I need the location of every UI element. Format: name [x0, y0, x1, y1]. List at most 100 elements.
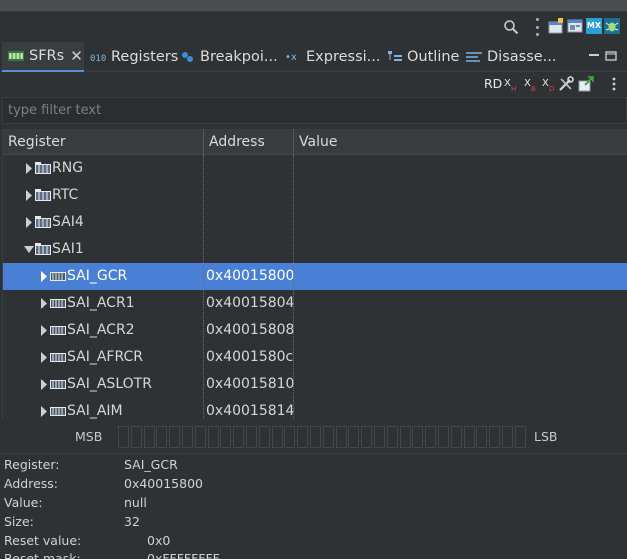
minimize-icon[interactable]: [588, 50, 600, 60]
outline-icon: [388, 51, 402, 63]
peripheral-icon: [35, 189, 51, 202]
bit-cell[interactable]: [258, 426, 270, 448]
bit-cell[interactable]: [271, 426, 283, 448]
svg-text:X: X: [524, 78, 531, 89]
bit-cell[interactable]: [169, 426, 181, 448]
collapse-arrow-icon[interactable]: [24, 244, 34, 255]
bit-cell[interactable]: [348, 426, 360, 448]
expand-arrow-icon[interactable]: [39, 271, 49, 282]
table-row[interactable]: SAI_ASLOTR 0x40015810: [3, 371, 627, 398]
register-name: SAI_AFRCR: [67, 349, 144, 365]
expand-arrow-icon[interactable]: [39, 406, 49, 417]
bit-cell[interactable]: [361, 426, 373, 448]
bit-cell[interactable]: [463, 426, 475, 448]
bit-cell[interactable]: [489, 426, 501, 448]
filter-input[interactable]: [3, 98, 626, 123]
lsb-label: LSB: [534, 429, 558, 444]
detail-value: 32: [124, 514, 140, 529]
bit-cell[interactable]: [207, 426, 219, 448]
bit-cell[interactable]: [502, 426, 513, 448]
bit-cell[interactable]: [514, 426, 526, 448]
register-address: 0x40015804: [206, 295, 295, 311]
view-menu-icon[interactable]: [606, 76, 622, 92]
tab-breakpoints[interactable]: Breakpoi...: [181, 42, 278, 72]
register-name: SAI_ACR2: [67, 322, 135, 338]
column-header-address[interactable]: Address: [204, 129, 294, 155]
bit-cell[interactable]: [476, 426, 488, 448]
bit-cell[interactable]: [182, 426, 193, 448]
detail-value: SAI_GCR: [124, 457, 178, 472]
peripheral-icon: [35, 216, 51, 229]
table-row[interactable]: RNG: [3, 155, 627, 182]
detail-value: 0x40015800: [124, 476, 203, 491]
bit-cell[interactable]: [386, 426, 398, 448]
column-header-value[interactable]: Value: [294, 129, 627, 155]
bit-cell[interactable]: [335, 426, 347, 448]
open-perspective-icon[interactable]: [548, 18, 564, 34]
table-row[interactable]: SAI_ACR1 0x40015804: [3, 290, 627, 317]
close-icon[interactable]: ✕: [70, 47, 83, 65]
tab-disassembly[interactable]: Disasse...: [466, 42, 557, 72]
tools-icon[interactable]: [558, 76, 574, 92]
bit-cell[interactable]: [118, 426, 129, 448]
bit-cell[interactable]: [143, 426, 155, 448]
table-row[interactable]: SAI1: [3, 236, 627, 263]
export-icon[interactable]: [578, 76, 594, 92]
bit-cell[interactable]: [425, 426, 437, 448]
bit-cell[interactable]: [412, 426, 424, 448]
expand-arrow-icon[interactable]: [39, 325, 49, 336]
tab-label: Registers: [111, 49, 179, 65]
bit-cell[interactable]: [246, 426, 257, 448]
bit-cell[interactable]: [450, 426, 462, 448]
table-row[interactable]: RTC: [3, 182, 627, 209]
bit-cell[interactable]: [233, 426, 245, 448]
bit-cell[interactable]: [438, 426, 449, 448]
bit-cell[interactable]: [399, 426, 411, 448]
register-icon: [50, 324, 66, 337]
table-row[interactable]: SAI_AIM 0x40015814: [3, 398, 627, 425]
svg-text:B: B: [531, 85, 536, 92]
registers-icon: 010: [90, 51, 106, 64]
mx-perspective-icon[interactable]: MX: [586, 18, 602, 34]
table-row[interactable]: SAI_AFRCR 0x4001580c: [3, 344, 627, 371]
detail-key: Size:: [4, 514, 34, 529]
column-header-register[interactable]: Register: [3, 129, 204, 155]
tab-outline[interactable]: Outline: [388, 42, 459, 72]
expand-arrow-icon[interactable]: [39, 298, 49, 309]
tab-expressions[interactable]: •x Expressi...: [285, 42, 380, 72]
expand-arrow-icon[interactable]: [24, 217, 34, 228]
search-icon[interactable]: [497, 15, 525, 39]
detail-value: 0x0: [147, 533, 171, 548]
bit-cell[interactable]: [297, 426, 309, 448]
detail-value: null: [124, 495, 147, 510]
detail-key: Reset mask:: [4, 551, 81, 559]
bit-cell[interactable]: [284, 426, 296, 448]
format-decimal-icon[interactable]: XD: [542, 76, 558, 93]
tab-registers[interactable]: 010 Registers: [90, 42, 178, 72]
write-icon[interactable]: XH: [504, 76, 520, 93]
bug-perspective-icon[interactable]: [604, 18, 620, 34]
main-toolbar: MX: [0, 12, 627, 42]
bit-cell[interactable]: [156, 426, 168, 448]
expand-arrow-icon[interactable]: [24, 190, 34, 201]
format-binary-icon[interactable]: XB: [524, 76, 540, 93]
filter-field[interactable]: [2, 97, 627, 124]
bit-cell[interactable]: [374, 426, 385, 448]
tab-sfrs[interactable]: SFRs ✕: [2, 42, 84, 72]
table-row[interactable]: SAI_ACR2 0x40015808: [3, 317, 627, 344]
bit-cell[interactable]: [220, 426, 232, 448]
bit-cell[interactable]: [194, 426, 206, 448]
maximize-icon[interactable]: [605, 50, 617, 61]
bit-cell[interactable]: [322, 426, 334, 448]
bit-cell[interactable]: [130, 426, 142, 448]
expand-arrow-icon[interactable]: [39, 352, 49, 363]
expand-arrow-icon[interactable]: [24, 163, 34, 174]
debug-perspective-icon[interactable]: [567, 18, 583, 34]
table-row[interactable]: SAI_GCR 0x40015800: [3, 263, 627, 290]
table-row[interactable]: SAI4: [3, 209, 627, 236]
bit-cell[interactable]: [310, 426, 321, 448]
expand-arrow-icon[interactable]: [39, 379, 49, 390]
read-button[interactable]: RD: [484, 76, 502, 91]
svg-text:•x: •x: [285, 52, 297, 63]
window-top-strip: [0, 0, 627, 12]
